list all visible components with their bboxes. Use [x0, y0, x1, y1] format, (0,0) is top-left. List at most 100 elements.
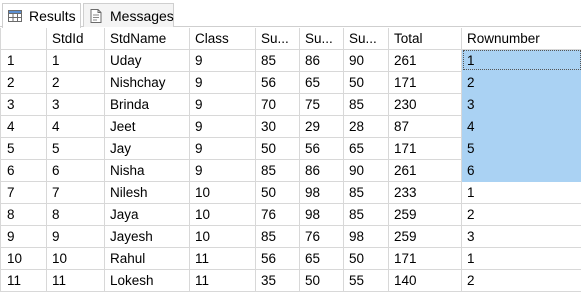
- table-row[interactable]: 11 11 Lokesh 11 35 50 55 140 2: [0, 268, 581, 292]
- table-cell[interactable]: Uday: [104, 48, 190, 72]
- table-cell[interactable]: 2: [461, 70, 581, 94]
- column-header[interactable]: StdId: [46, 28, 105, 50]
- table-cell[interactable]: 85: [255, 48, 300, 72]
- table-cell[interactable]: 8: [46, 202, 105, 226]
- table-cell[interactable]: 261: [388, 158, 462, 182]
- table-cell[interactable]: 98: [299, 180, 344, 204]
- table-cell[interactable]: 10: [189, 202, 256, 226]
- table-cell[interactable]: 230: [388, 92, 462, 116]
- table-cell[interactable]: 6: [461, 158, 581, 182]
- table-cell[interactable]: 171: [388, 136, 462, 160]
- table-cell[interactable]: 30: [255, 114, 300, 138]
- table-cell[interactable]: Nisha: [104, 158, 190, 182]
- table-cell[interactable]: 85: [255, 158, 300, 182]
- table-cell[interactable]: 10: [46, 246, 105, 270]
- table-row[interactable]: 7 7 Nilesh 10 50 98 85 233 1: [0, 180, 581, 204]
- table-cell[interactable]: 70: [255, 92, 300, 116]
- tab-results[interactable]: Results: [2, 3, 81, 28]
- table-row[interactable]: 2 2 Nishchay 9 56 65 50 171 2: [0, 70, 581, 94]
- table-cell[interactable]: 9: [189, 70, 256, 94]
- table-cell[interactable]: 2: [46, 70, 105, 94]
- table-cell[interactable]: 10: [189, 224, 256, 248]
- table-cell[interactable]: 233: [388, 180, 462, 204]
- table-cell[interactable]: 76: [255, 202, 300, 226]
- table-cell[interactable]: 28: [343, 114, 389, 138]
- table-cell[interactable]: 75: [299, 92, 344, 116]
- table-cell[interactable]: 1: [461, 246, 581, 270]
- table-cell[interactable]: Jay: [104, 136, 190, 160]
- table-cell[interactable]: 4: [46, 114, 105, 138]
- table-cell[interactable]: 259: [388, 202, 462, 226]
- table-cell[interactable]: 4: [461, 114, 581, 138]
- row-number[interactable]: 8: [0, 202, 47, 226]
- table-cell[interactable]: 76: [299, 224, 344, 248]
- table-cell[interactable]: 50: [299, 268, 344, 292]
- table-cell[interactable]: 86: [299, 48, 344, 72]
- table-cell[interactable]: 9: [189, 114, 256, 138]
- column-header[interactable]: Su...: [255, 28, 300, 50]
- table-cell[interactable]: 85: [343, 92, 389, 116]
- table-cell[interactable]: Lokesh: [104, 268, 190, 292]
- table-cell[interactable]: 3: [461, 224, 581, 248]
- table-cell[interactable]: 5: [46, 136, 105, 160]
- table-cell[interactable]: 259: [388, 224, 462, 248]
- table-cell[interactable]: Nishchay: [104, 70, 190, 94]
- row-number[interactable]: 7: [0, 180, 47, 204]
- column-header[interactable]: Class: [189, 28, 256, 50]
- table-cell[interactable]: 261: [388, 48, 462, 72]
- row-number[interactable]: 11: [0, 268, 47, 292]
- table-cell[interactable]: 86: [299, 158, 344, 182]
- table-cell[interactable]: 9: [46, 224, 105, 248]
- table-row[interactable]: 3 3 Brinda 9 70 75 85 230 3: [0, 92, 581, 116]
- table-cell[interactable]: 171: [388, 246, 462, 270]
- table-row[interactable]: 1 1 Uday 9 85 86 90 261 1: [0, 48, 581, 72]
- row-number[interactable]: 5: [0, 136, 47, 160]
- table-cell[interactable]: 35: [255, 268, 300, 292]
- table-cell[interactable]: Jayesh: [104, 224, 190, 248]
- table-cell[interactable]: Brinda: [104, 92, 190, 116]
- table-row[interactable]: 9 9 Jayesh 10 85 76 98 259 3: [0, 224, 581, 248]
- table-cell[interactable]: 90: [343, 48, 389, 72]
- table-cell[interactable]: 3: [46, 92, 105, 116]
- table-cell[interactable]: 65: [343, 136, 389, 160]
- table-cell[interactable]: 9: [189, 92, 256, 116]
- tab-messages[interactable]: Messages: [83, 3, 174, 27]
- table-cell[interactable]: 56: [299, 136, 344, 160]
- table-cell[interactable]: 90: [343, 158, 389, 182]
- table-cell[interactable]: 56: [255, 246, 300, 270]
- table-cell[interactable]: 98: [299, 202, 344, 226]
- table-cell[interactable]: Nilesh: [104, 180, 190, 204]
- table-cell[interactable]: 1: [461, 48, 581, 72]
- table-cell[interactable]: 10: [189, 180, 256, 204]
- table-cell[interactable]: 5: [461, 136, 581, 160]
- table-cell[interactable]: 29: [299, 114, 344, 138]
- table-cell[interactable]: 2: [461, 268, 581, 292]
- table-cell[interactable]: 11: [189, 246, 256, 270]
- row-number[interactable]: 6: [0, 158, 47, 182]
- corner-header[interactable]: [0, 28, 47, 50]
- row-number[interactable]: 4: [0, 114, 47, 138]
- table-cell[interactable]: 55: [343, 268, 389, 292]
- column-header[interactable]: StdName: [104, 28, 190, 50]
- table-cell[interactable]: 9: [189, 136, 256, 160]
- table-cell[interactable]: 3: [461, 92, 581, 116]
- row-number[interactable]: 1: [0, 48, 47, 72]
- table-cell[interactable]: 9: [189, 48, 256, 72]
- row-number[interactable]: 9: [0, 224, 47, 248]
- row-number[interactable]: 3: [0, 92, 47, 116]
- column-header[interactable]: Su...: [343, 28, 389, 50]
- table-cell[interactable]: 65: [299, 70, 344, 94]
- table-cell[interactable]: 6: [46, 158, 105, 182]
- table-cell[interactable]: 98: [343, 224, 389, 248]
- table-cell[interactable]: 2: [461, 202, 581, 226]
- table-cell[interactable]: 1: [461, 180, 581, 204]
- table-cell[interactable]: 1: [46, 48, 105, 72]
- table-cell[interactable]: 85: [343, 202, 389, 226]
- table-cell[interactable]: 87: [388, 114, 462, 138]
- table-cell[interactable]: 50: [343, 246, 389, 270]
- table-cell[interactable]: 50: [255, 180, 300, 204]
- table-cell[interactable]: 50: [343, 70, 389, 94]
- table-row[interactable]: 4 4 Jeet 9 30 29 28 87 4: [0, 114, 581, 138]
- table-cell[interactable]: 56: [255, 70, 300, 94]
- table-row[interactable]: 8 8 Jaya 10 76 98 85 259 2: [0, 202, 581, 226]
